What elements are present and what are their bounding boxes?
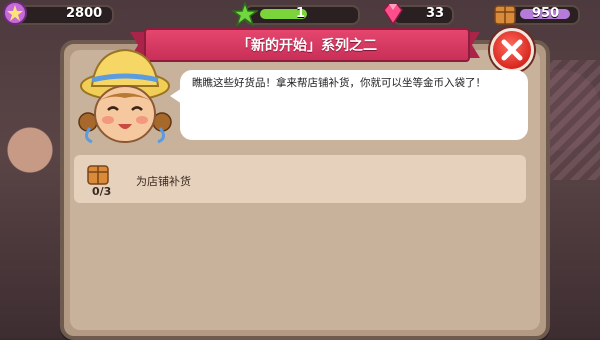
- bubble-tail: [170, 88, 182, 104]
- dialog-title: 「新的开始」系列之二: [237, 38, 377, 54]
- title-ribbon: 「新的开始」系列之二: [130, 28, 480, 62]
- task-label: 为店铺补货: [136, 175, 191, 188]
- girl-avatar: [78, 48, 172, 144]
- level-bar: 1: [244, 5, 360, 25]
- star-icon: [232, 2, 258, 26]
- crate-icon: [494, 5, 516, 25]
- crates-value: 950: [532, 6, 560, 21]
- speech-text: 瞧瞧这些好货品！拿来帮店铺补货，你就可以坐等金币入袋了！: [192, 77, 486, 89]
- close-icon: [501, 39, 523, 61]
- task-row[interactable]: 0/3 为店铺补货: [74, 155, 526, 203]
- coins-value: 2800: [66, 6, 103, 21]
- crate-icon: [87, 165, 109, 185]
- close-button[interactable]: [490, 28, 534, 72]
- level-value: 1: [296, 6, 306, 21]
- coin-icon: [3, 1, 27, 25]
- ribbon-body: 「新的开始」系列之二: [144, 28, 470, 62]
- task-progress: 0/3: [92, 185, 112, 198]
- gem-icon: [383, 3, 403, 26]
- top-hud: 2800 1 33 950: [0, 0, 600, 30]
- gems-value: 33: [426, 6, 445, 21]
- speech-bubble: 瞧瞧这些好货品！拿来帮店铺补货，你就可以坐等金币入袋了！: [170, 70, 528, 140]
